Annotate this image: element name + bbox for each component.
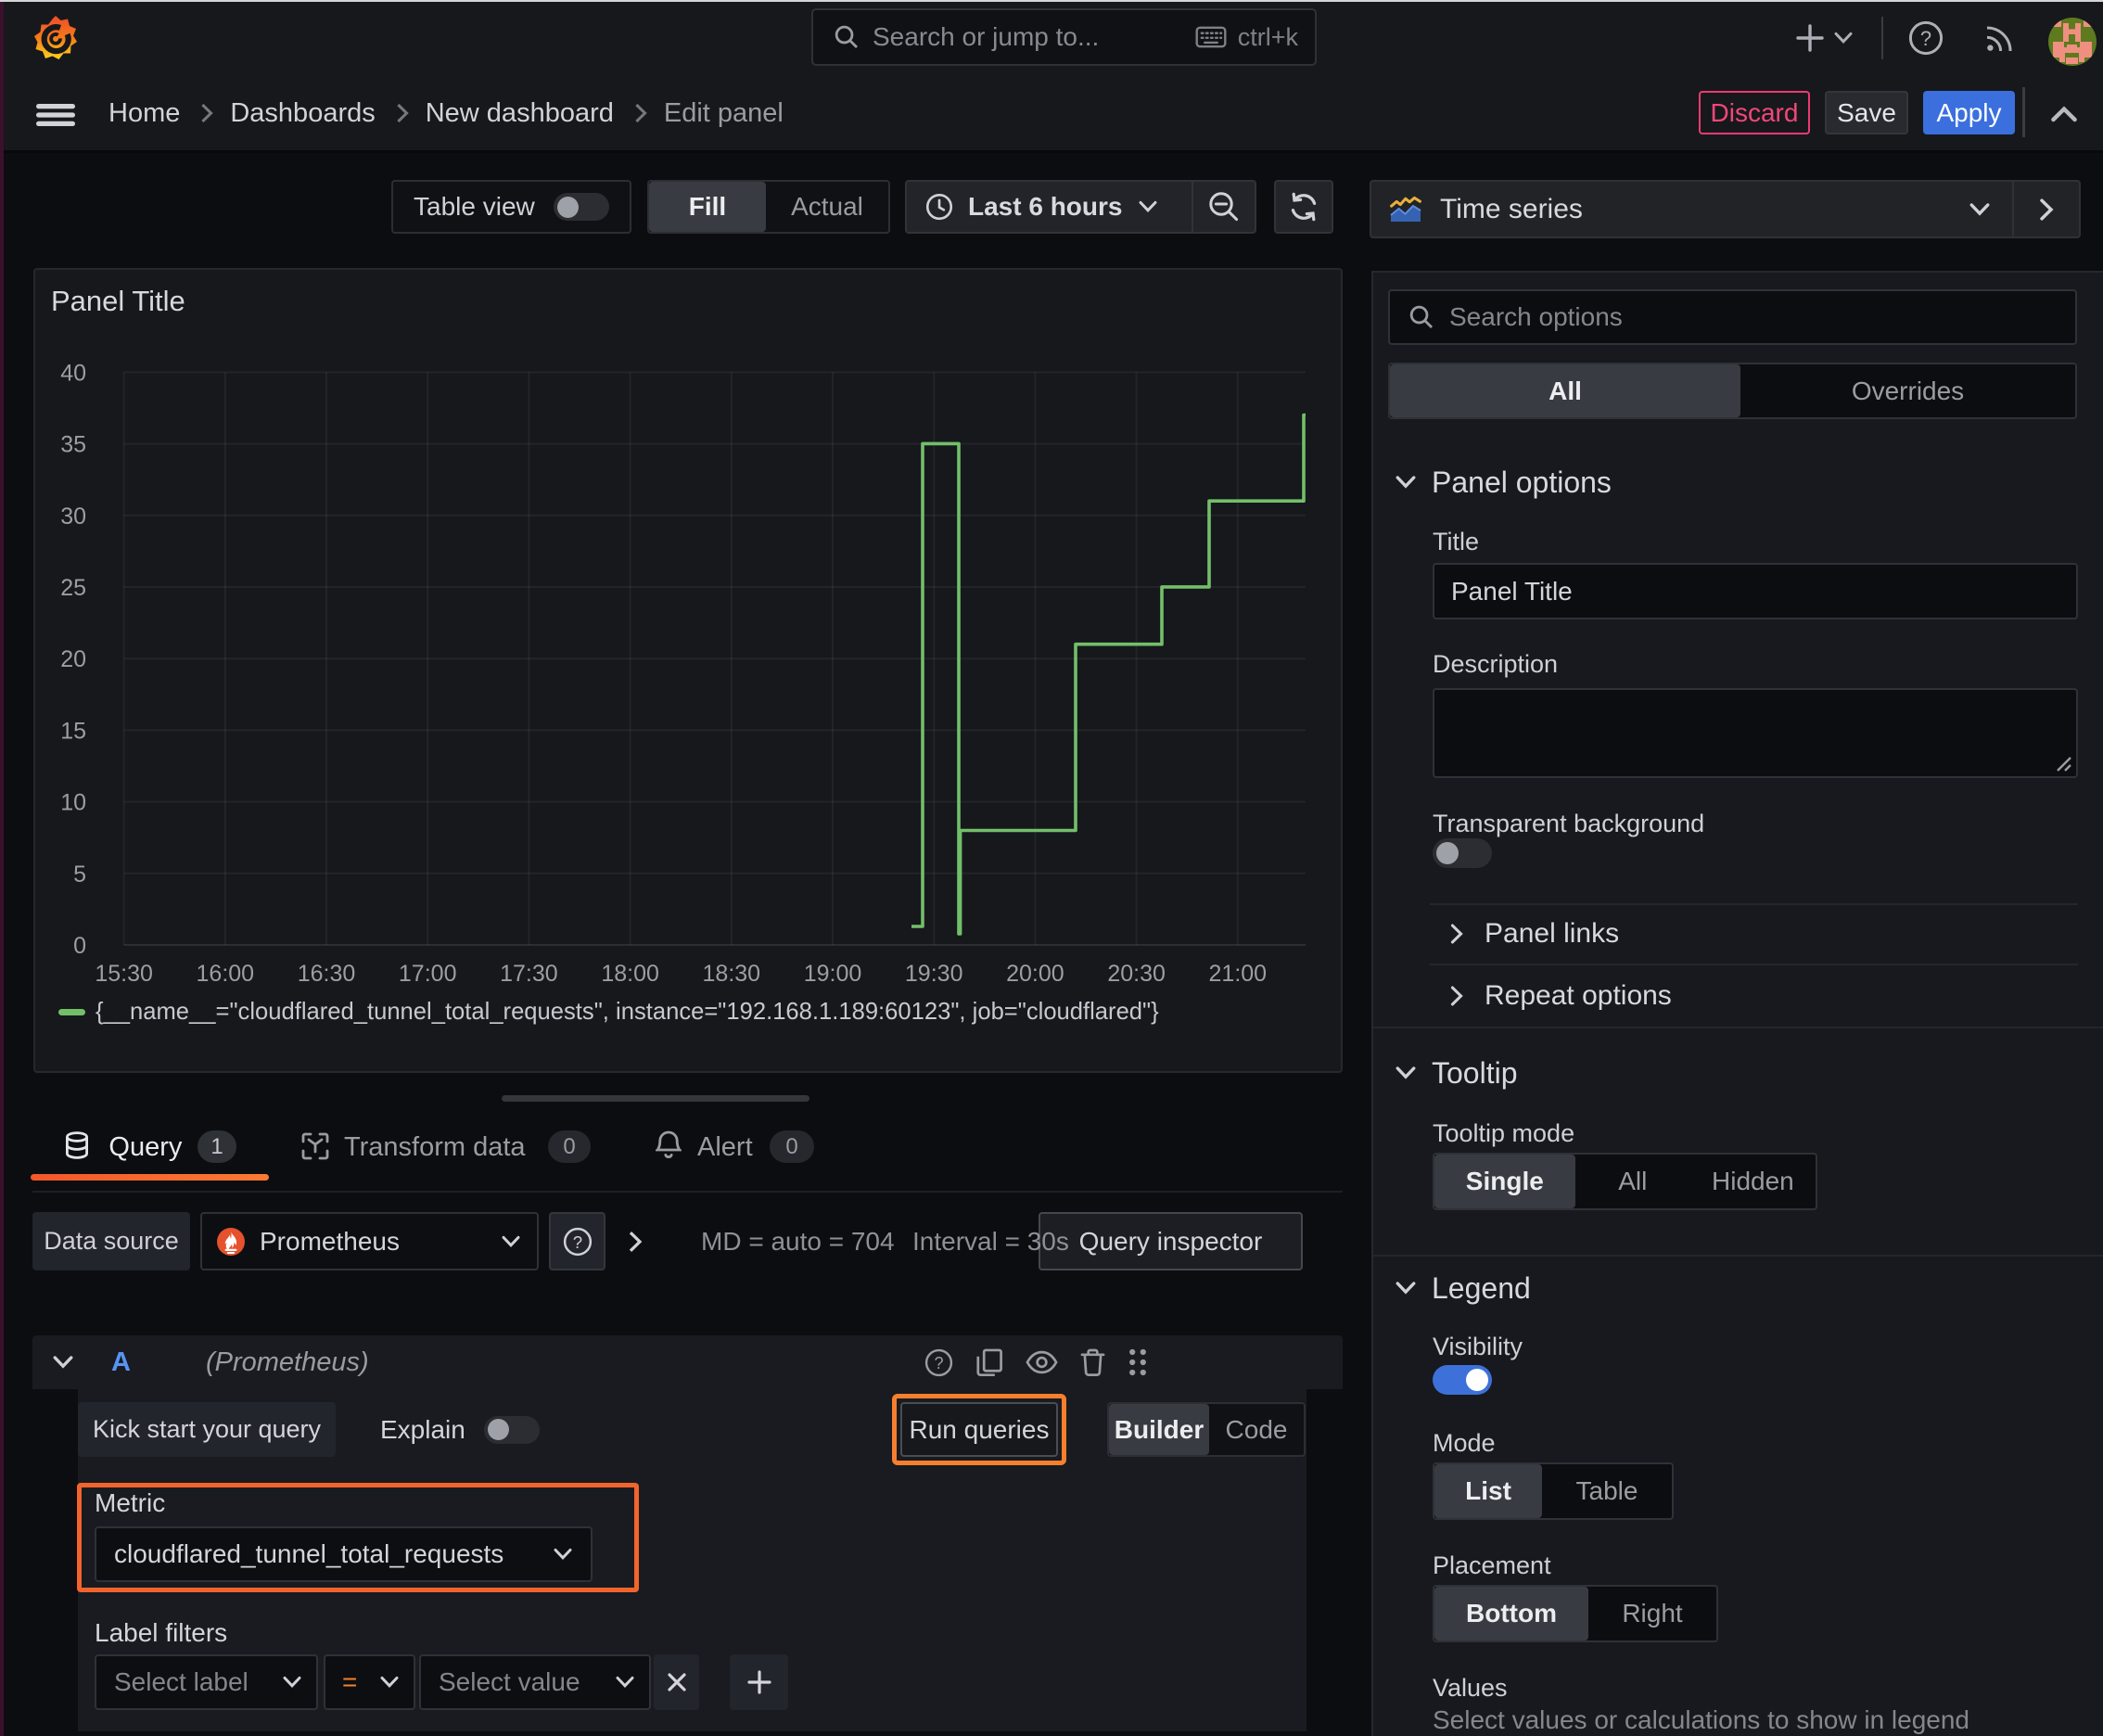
svg-text:?: ? bbox=[934, 1354, 943, 1372]
svg-text:0: 0 bbox=[73, 933, 86, 959]
svg-text:18:00: 18:00 bbox=[601, 961, 659, 987]
svg-text:40: 40 bbox=[60, 360, 86, 386]
svg-text:17:30: 17:30 bbox=[500, 961, 558, 987]
svg-text:19:00: 19:00 bbox=[804, 961, 862, 987]
svg-text:20:00: 20:00 bbox=[1006, 961, 1064, 987]
svg-text:5: 5 bbox=[73, 862, 86, 887]
svg-text:19:30: 19:30 bbox=[905, 961, 963, 987]
svg-text:?: ? bbox=[572, 1232, 581, 1251]
svg-text:25: 25 bbox=[60, 575, 86, 601]
svg-text:35: 35 bbox=[60, 432, 86, 458]
svg-text:Panel Title: Panel Title bbox=[51, 285, 185, 317]
svg-text:15:30: 15:30 bbox=[95, 961, 153, 987]
svg-text:20: 20 bbox=[60, 646, 86, 672]
svg-text:20:30: 20:30 bbox=[1107, 961, 1166, 987]
svg-text:16:30: 16:30 bbox=[298, 961, 356, 987]
svg-text:17:00: 17:00 bbox=[399, 961, 457, 987]
svg-text:?: ? bbox=[1920, 27, 1931, 50]
svg-text:10: 10 bbox=[60, 790, 86, 816]
svg-text:21:00: 21:00 bbox=[1209, 961, 1268, 987]
svg-text:15: 15 bbox=[60, 718, 86, 744]
svg-text:18:30: 18:30 bbox=[703, 961, 761, 987]
svg-text:16:00: 16:00 bbox=[197, 961, 255, 987]
svg-text:30: 30 bbox=[60, 504, 86, 530]
